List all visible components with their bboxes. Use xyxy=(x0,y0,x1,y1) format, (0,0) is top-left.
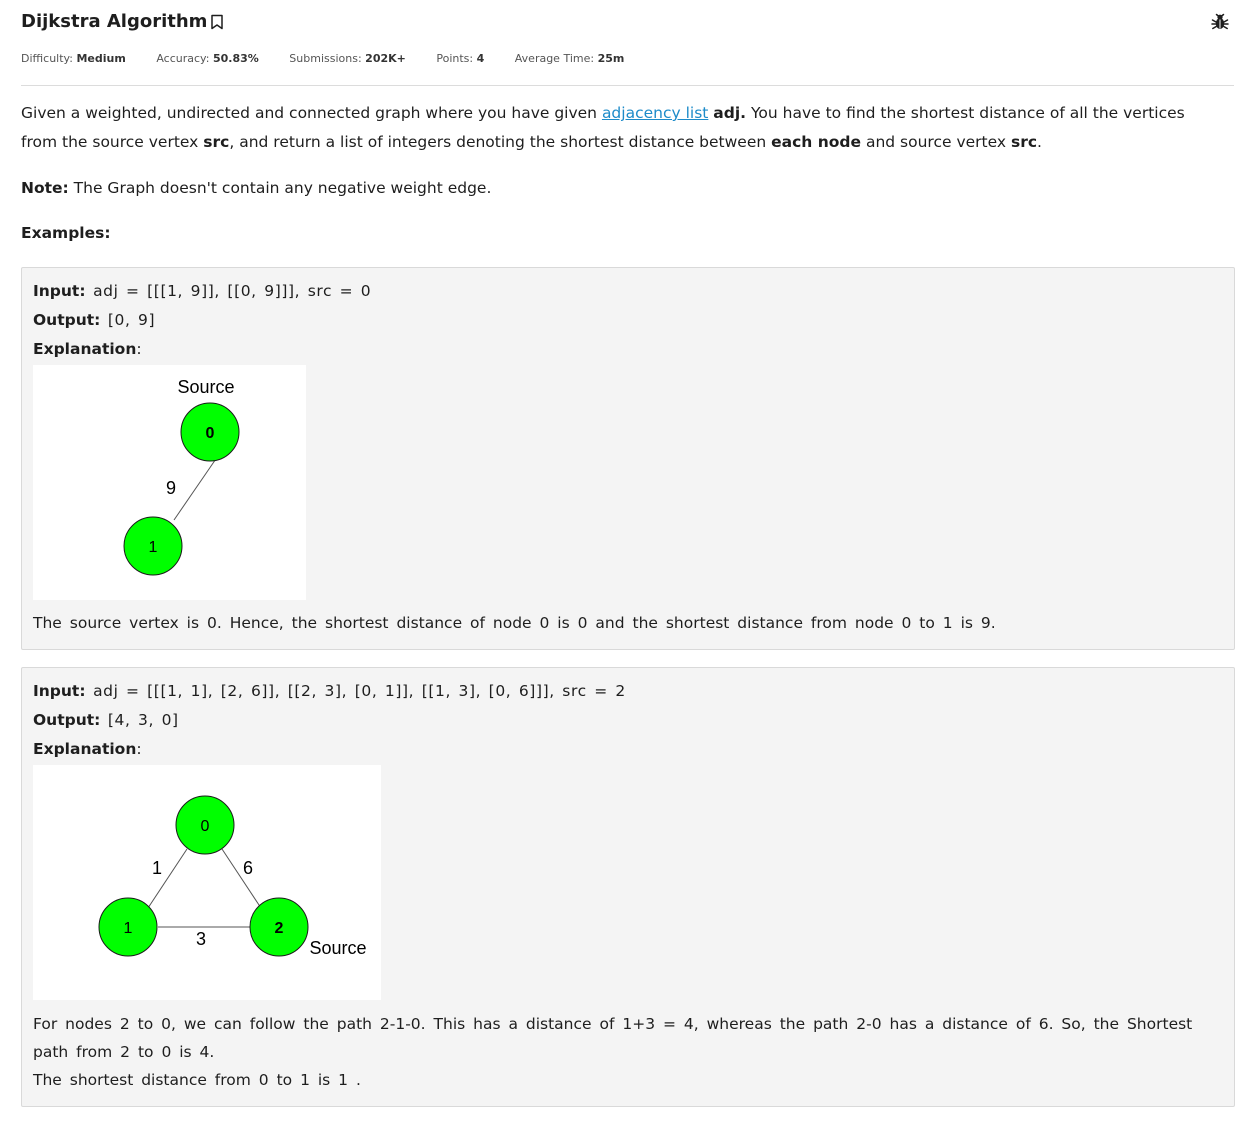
average-time-stat: Average Time: 25m xyxy=(514,52,625,65)
problem-description: Given a weighted, undirected and connect… xyxy=(21,104,1185,151)
edge-0-1-weight: 1 xyxy=(152,858,162,878)
example-2-box: Input: adj = [[[1, 1], [2, 6]], [[2, 3],… xyxy=(21,667,1235,1107)
bookmark-icon[interactable] xyxy=(210,14,224,30)
graph-node-2-label: 2 xyxy=(275,920,284,937)
edge-weight-label: 9 xyxy=(166,478,176,498)
adjacency-list-link[interactable]: adjacency list xyxy=(602,104,708,122)
example-1-box: Input: adj = [[[1, 9]], [[0, 9]]], src =… xyxy=(21,267,1235,650)
header-divider xyxy=(21,85,1234,86)
graph-node-0-label: 0 xyxy=(206,425,215,442)
example-2-explanation-line-1: For nodes 2 to 0, we can follow the path… xyxy=(33,1015,1193,1061)
graph-source-label: Source xyxy=(177,377,234,397)
problem-header: Dijkstra Algorithm xyxy=(21,11,1233,39)
submissions-stat: Submissions: 202K+ xyxy=(289,52,406,65)
problem-title-wrap: Dijkstra Algorithm xyxy=(21,11,224,32)
graph-node-1-label: 1 xyxy=(124,920,133,937)
graph-source-label: Source xyxy=(309,938,366,958)
example-2-explanation-line-2: The shortest distance from 0 to 1 is 1 . xyxy=(33,1071,361,1089)
problem-meta: Difficulty: Medium Accuracy: 50.83% Subm… xyxy=(21,52,651,68)
difficulty-stat: Difficulty: Medium xyxy=(21,52,126,65)
points-stat: Points: 4 xyxy=(436,52,485,65)
edge-0-1 xyxy=(173,452,221,521)
edge-0-2 xyxy=(221,848,262,909)
problem-title: Dijkstra Algorithm xyxy=(21,11,208,32)
note-paragraph: Note: The Graph doesn't contain any nega… xyxy=(21,179,492,197)
edge-0-2-weight: 6 xyxy=(243,858,253,878)
example-2-input: Input: adj = [[[1, 1], [2, 6]], [[2, 3],… xyxy=(33,682,626,700)
example-1-graph: Source 9 0 1 xyxy=(33,365,306,600)
example-1-explanation-label: Explanation: xyxy=(33,340,142,358)
example-1-output: Output: [0, 9] xyxy=(33,311,156,329)
example-1-input: Input: adj = [[[1, 9]], [[0, 9]]], src =… xyxy=(33,282,372,300)
edge-1-2-weight: 3 xyxy=(196,929,206,949)
example-2-explanation-label: Explanation: xyxy=(33,740,142,758)
example-2-graph: 1 6 3 0 1 2 Source xyxy=(33,765,381,1000)
examples-heading: Examples: xyxy=(21,224,111,242)
example-2-explanation: For nodes 2 to 0, we can follow the path… xyxy=(33,1010,1218,1094)
graph-node-1-label: 1 xyxy=(149,539,158,556)
example-1-explanation: The source vertex is 0. Hence, the short… xyxy=(33,614,996,632)
graph-node-0-label: 0 xyxy=(201,818,210,835)
accuracy-stat: Accuracy: 50.83% xyxy=(156,52,259,65)
example-2-output: Output: [4, 3, 0] xyxy=(33,711,179,729)
bug-report-icon[interactable] xyxy=(1211,13,1229,31)
